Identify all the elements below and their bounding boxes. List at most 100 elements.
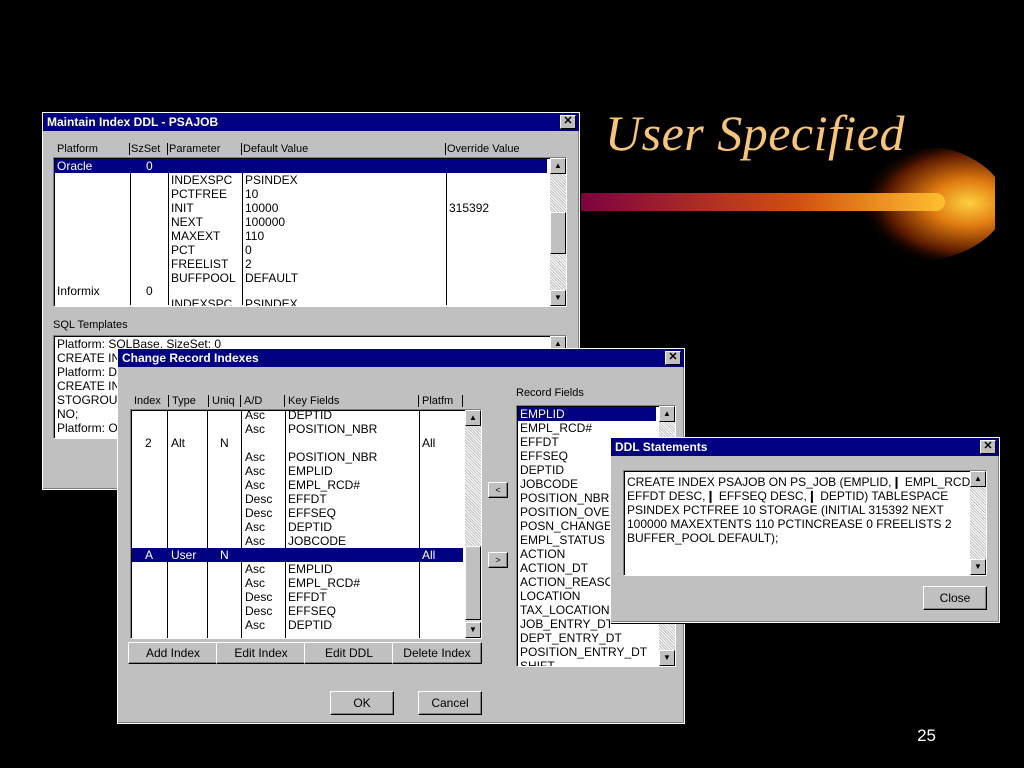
ad-cell: Desc: [245, 590, 273, 604]
slide-title: User Specified: [605, 105, 905, 161]
record-field-item[interactable]: TAX_LOCATION: [520, 603, 610, 617]
type-cell: User: [171, 548, 197, 562]
move-left-button[interactable]: <: [488, 482, 508, 498]
record-field-item[interactable]: ACTION_REASO: [520, 575, 614, 589]
col-type: Type: [172, 395, 196, 407]
override-value-cell[interactable]: 315392: [449, 201, 489, 215]
index-grid-scrollbar[interactable]: ▲ ▼: [465, 410, 481, 638]
ad-cell: Asc: [245, 409, 266, 422]
sql-templates-label: SQL Templates: [53, 319, 128, 331]
col-parameter: Parameter: [169, 143, 221, 155]
record-field-item[interactable]: EFFDT: [520, 435, 559, 449]
scroll-thumb[interactable]: [550, 212, 566, 254]
change-titlebar[interactable]: Change Record Indexes ✕: [118, 349, 684, 367]
ad-cell: Desc: [245, 492, 273, 506]
ad-cell: Asc: [245, 534, 266, 548]
uniq-cell: N: [220, 548, 229, 562]
type-cell: Alt: [171, 436, 186, 450]
ddl-line: EFFDT DESC,❙ EFFSEQ DESC,❙ DEPTID) TABLE…: [627, 489, 949, 503]
scroll-down-arrow-icon[interactable]: ▼: [550, 290, 566, 306]
record-field-item[interactable]: POSN_CHANGE: [520, 519, 612, 533]
change-close-icon[interactable]: ✕: [665, 351, 681, 365]
sql-template-line: CREATE IN: [57, 379, 121, 393]
index-scroll-thumb[interactable]: [465, 546, 481, 620]
col-uniq: Uniq: [212, 395, 235, 407]
record-field-item[interactable]: DEPTID: [520, 463, 564, 477]
key-field-cell: POSITION_NBR: [288, 422, 378, 436]
record-field-item[interactable]: POSITION_ENTRY_DT: [520, 645, 647, 659]
key-field-cell: EMPL_RCD#: [288, 478, 361, 492]
edit-ddl-button[interactable]: Edit DDL: [304, 642, 394, 664]
page-number: 25: [917, 726, 936, 745]
ad-cell: Asc: [245, 618, 266, 632]
key-field-cell: EMPLID: [288, 562, 333, 576]
ddl-close-button[interactable]: Close: [923, 586, 987, 610]
ad-cell: Asc: [245, 464, 266, 478]
maintain-close-icon[interactable]: ✕: [560, 115, 576, 129]
param-cell: FREELIST: [171, 257, 229, 271]
key-field-cell: EMPLID: [288, 464, 333, 478]
sql-template-line: CREATE IN: [57, 351, 121, 365]
record-field-item[interactable]: EFFSEQ: [520, 449, 568, 463]
ddl-scroll-up-icon[interactable]: ▲: [970, 471, 986, 487]
cancel-button[interactable]: Cancel: [418, 691, 482, 715]
param-cell: NEXT: [171, 215, 204, 229]
ddl-scrollbar[interactable]: ▲ ▼: [970, 471, 986, 575]
record-field-item[interactable]: EMPLID: [520, 407, 565, 421]
key-field-cell: DEPTID: [288, 409, 333, 422]
move-right-button[interactable]: >: [488, 552, 508, 568]
record-field-item[interactable]: DEPT_ENTRY_DT: [520, 631, 622, 645]
record-field-item[interactable]: EMPL_RCD#: [520, 421, 592, 435]
sql-template-line: Platform: DB: [57, 365, 126, 379]
ad-cell: Asc: [245, 450, 266, 464]
parameter-grid[interactable]: Oracle 0 INDEXSPC PSINDEX PCTFREE 10 INIT 100…: [53, 157, 567, 307]
index-scroll-up-icon[interactable]: ▲: [465, 410, 481, 426]
delete-index-button[interactable]: Delete Index: [392, 642, 482, 664]
index-scroll-down-icon[interactable]: ▼: [465, 622, 481, 638]
ddl-close-icon[interactable]: ✕: [980, 440, 996, 454]
selected-row-oracle[interactable]: [55, 159, 547, 173]
record-field-item[interactable]: ACTION: [520, 547, 565, 561]
uniq-cell: N: [220, 436, 229, 450]
default-value-cell: 2: [245, 257, 252, 271]
edit-index-button[interactable]: Edit Index: [216, 642, 306, 664]
record-field-item[interactable]: JOBCODE: [520, 477, 578, 491]
key-field-cell: EFFSEQ: [288, 506, 337, 520]
index-grid[interactable]: Asc DEPTID Asc POSITION_NBR 2 Alt N All Asc POSIT…: [130, 409, 482, 639]
param-cell: PCT: [171, 243, 195, 257]
ok-button[interactable]: OK: [330, 691, 394, 715]
key-field-cell: EFFSEQ: [288, 604, 337, 618]
fields-scroll-up-icon[interactable]: ▲: [659, 406, 675, 422]
record-field-item[interactable]: POSITION_NBR: [520, 491, 609, 505]
fields-scroll-down-icon[interactable]: ▼: [659, 650, 675, 666]
record-field-item[interactable]: JOB_ENTRY_DT: [520, 617, 613, 631]
ddl-line: PSINDEX PCTFREE 10 STORAGE (INITIAL 3153…: [627, 503, 944, 517]
ddl-line: BUFFER_POOL DEFAULT);: [627, 531, 779, 545]
default-value-cell: 110: [245, 229, 265, 243]
col-szset: SzSet: [131, 143, 161, 155]
ddl-text-box[interactable]: CREATE INDEX PSAJOB ON PS_JOB (EMPLID,❙ …: [623, 470, 987, 576]
record-field-item[interactable]: LOCATION: [520, 589, 580, 603]
sql-template-line: STOGROUP: [57, 393, 126, 407]
col-platfm: Platfm: [422, 395, 454, 407]
ddl-scroll-down-icon[interactable]: ▼: [970, 559, 986, 575]
col-ad: A/D: [244, 395, 263, 407]
scroll-up-arrow-icon[interactable]: ▲: [550, 158, 566, 174]
maintain-titlebar[interactable]: Maintain Index DDL - PSAJOB ✕: [43, 113, 579, 131]
ddl-titlebar[interactable]: DDL Statements ✕: [611, 438, 999, 456]
param-grid-scrollbar[interactable]: ▲ ▼: [550, 158, 566, 306]
col-platform: Platform: [57, 143, 98, 155]
record-field-item[interactable]: EMPL_STATUS: [520, 533, 605, 547]
col-index: Index: [134, 395, 161, 407]
ddl-statements-window: DDL Statements ✕ CREATE INDEX PSAJOB ON …: [610, 437, 1000, 623]
ad-cell: Asc: [245, 562, 266, 576]
default-value-cell: 10000: [245, 201, 279, 215]
record-field-item[interactable]: POSITION_OVER: [520, 505, 618, 519]
add-index-button[interactable]: Add Index: [128, 642, 218, 664]
record-field-item[interactable]: ACTION_DT: [520, 561, 588, 575]
ddl-title: DDL Statements: [615, 440, 708, 454]
default-value-cell: PSINDEX: [245, 173, 298, 187]
key-field-cell: EFFDT: [288, 590, 327, 604]
platfm-cell: All: [422, 436, 436, 450]
record-field-item[interactable]: SHIFT: [520, 659, 555, 666]
